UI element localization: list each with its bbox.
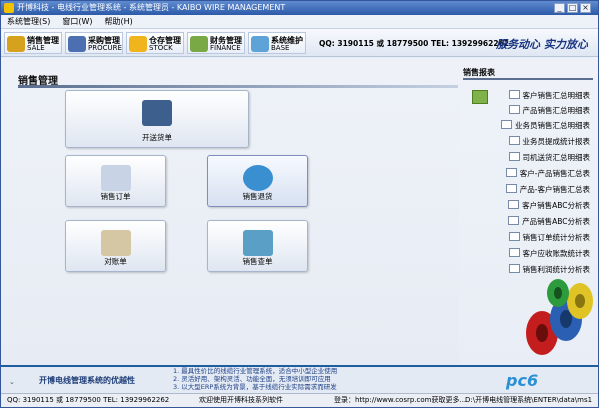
- section-divider: [18, 85, 458, 88]
- status-bar: QQ: 3190115 或 18779500 TEL: 13929962262 …: [1, 393, 598, 407]
- computer-icon: [251, 36, 269, 52]
- toolbar-sublabel: STOCK: [149, 44, 173, 52]
- report-item[interactable]: 业务员销售汇总明细表: [501, 120, 590, 132]
- title-bar: 开博科技 - 电线行业管理系统 - 系统管理员 - KAIBO WIRE MAN…: [1, 1, 598, 15]
- cash-register-icon: [68, 36, 86, 52]
- toolbar-finance-button[interactable]: 财务管理 FINANCE: [187, 32, 245, 54]
- report-label: 客户销售汇总明细表: [522, 91, 591, 100]
- tile-statement[interactable]: 对账单: [65, 220, 166, 272]
- toolbar-sublabel: SALE: [27, 44, 45, 52]
- collapse-icon[interactable]: ⌄: [9, 378, 15, 386]
- report-icon: [508, 200, 520, 209]
- warehouse-icon: [129, 36, 147, 52]
- report-icon: [505, 184, 517, 193]
- report-label: 业务员销售汇总明细表: [515, 121, 590, 130]
- check-paper-icon: [100, 230, 131, 256]
- toolbar-stock-button[interactable]: 仓存管理 STOCK: [126, 32, 184, 54]
- report-item[interactable]: 产品销售汇总明细表: [508, 105, 591, 117]
- report-item[interactable]: 客户销售汇总明细表: [508, 90, 591, 102]
- report-label: 客户-产品销售汇总表: [519, 169, 590, 178]
- globe-icon: [242, 165, 273, 191]
- tile-sales-return[interactable]: 销售退货: [207, 155, 308, 207]
- tile-label: 销售订单: [100, 192, 131, 201]
- report-icon: [501, 120, 512, 129]
- report-item[interactable]: 客户应收账款统计表: [508, 248, 591, 260]
- maximize-button[interactable]: □: [567, 3, 578, 13]
- status-welcome: 欢迎使用开博科技系列软件: [199, 396, 283, 404]
- advantage-item: 1. 最具性价比的线缆行业管理系统，适合中小型企业使用: [173, 367, 338, 375]
- report-board-icon: [472, 90, 488, 104]
- document-icon: [100, 165, 131, 191]
- report-label: 销售订单统计分析表: [522, 233, 591, 242]
- cable-reels-image: [526, 279, 593, 355]
- minimize-button[interactable]: _: [554, 3, 565, 13]
- pc6-logo: pc6: [506, 371, 539, 390]
- report-item[interactable]: 业务员提成统计报表: [508, 136, 591, 148]
- toolbar-sublabel: PROCURE: [88, 44, 122, 52]
- contact-info: QQ: 3190115 或 18779500 TEL: 13929962262: [319, 39, 510, 48]
- advantages-banner: ⌄ 开博电线管理系统的优越性 1. 最具性价比的线缆行业管理系统，适合中小型企业…: [1, 365, 598, 393]
- report-icon: [508, 152, 520, 161]
- toolbar-sublabel: FINANCE: [210, 44, 241, 52]
- tile-label: 销售退货: [242, 192, 273, 201]
- window-title: 开博科技 - 电线行业管理系统 - 系统管理员 - KAIBO WIRE MAN…: [17, 3, 286, 12]
- report-item[interactable]: 产品-客户销售汇总表: [505, 184, 590, 196]
- report-icon: [508, 216, 520, 225]
- truck-icon: [142, 100, 172, 126]
- advantage-item: 3. 以大型ERP系统为背景，基于线缆行业实际需求而研发: [173, 383, 337, 391]
- slogan: 服务动心 实力放心: [496, 38, 588, 51]
- status-login-link[interactable]: 登录：http://www.cosrp.com获取更多...: [334, 394, 466, 407]
- tile-label: 开送货单: [142, 133, 172, 142]
- menu-window[interactable]: 窗口(W): [56, 15, 98, 29]
- report-icon: [508, 105, 520, 114]
- close-button[interactable]: ×: [580, 3, 591, 13]
- toolbar-procure-button[interactable]: 采购管理 PROCURE: [65, 32, 123, 54]
- report-icon: [505, 168, 517, 177]
- status-contact: QQ: 3190115 或 18779500 TEL: 13929962262: [7, 396, 170, 404]
- tile-sales-order[interactable]: 销售订单: [65, 155, 166, 207]
- banner-title: 开博电线管理系统的优越性: [39, 376, 135, 385]
- magnifier-icon: [242, 230, 273, 256]
- report-label: 业务员提成统计报表: [522, 137, 591, 146]
- report-divider: [463, 78, 593, 80]
- toolbar-sale-button[interactable]: 销售管理 SALE: [4, 32, 62, 54]
- menu-bar: 系统管理(S) 窗口(W) 帮助(H): [1, 15, 598, 29]
- report-label: 产品-客户销售汇总表: [519, 185, 590, 194]
- menu-system[interactable]: 系统管理(S): [1, 15, 56, 29]
- report-item[interactable]: 客户销售ABC分析表: [508, 200, 590, 212]
- report-icon: [508, 232, 520, 241]
- tile-sales-query[interactable]: 销售查单: [207, 220, 308, 272]
- report-icon: [508, 248, 520, 257]
- tile-delivery-note[interactable]: 开送货单: [65, 90, 249, 148]
- report-label: 司机送货汇总明细表: [522, 153, 591, 162]
- report-label: 产品销售ABC分析表: [522, 217, 590, 226]
- tile-label: 销售查单: [242, 257, 273, 266]
- report-icon: [508, 136, 520, 145]
- calculator-icon: [190, 36, 208, 52]
- scales-icon: [7, 36, 25, 52]
- report-title: 销售报表: [463, 68, 495, 77]
- report-label: 客户销售ABC分析表: [522, 201, 590, 210]
- app-icon: [4, 3, 14, 13]
- tile-label: 对账单: [104, 257, 127, 266]
- toolbar-sublabel: BASE: [271, 44, 290, 52]
- advantage-item: 2. 灵活好用、架构灵活、功能全面，无须培训即可应用: [173, 375, 331, 383]
- advantages-list: 1. 最具性价比的线缆行业管理系统，适合中小型企业使用 2. 灵活好用、架构灵活…: [173, 367, 337, 391]
- report-label: 产品销售汇总明细表: [522, 106, 591, 115]
- sales-panel: 销售管理 开送货单 销售订单 销售退货 对账单 销售查单: [1, 58, 459, 365]
- report-item[interactable]: 司机送货汇总明细表: [508, 152, 591, 164]
- toolbar-base-button[interactable]: 系统维护 BASE: [248, 32, 306, 54]
- report-icon: [508, 90, 520, 99]
- report-item[interactable]: 产品销售ABC分析表: [508, 216, 590, 228]
- menu-help[interactable]: 帮助(H): [98, 15, 138, 29]
- status-path: D:\开博电线管理系统\ENTER\data\ms1: [465, 396, 593, 404]
- report-icon: [508, 264, 520, 273]
- report-item[interactable]: 客户-产品销售汇总表: [505, 168, 590, 180]
- report-label: 客户应收账款统计表: [522, 249, 591, 258]
- report-item[interactable]: 销售订单统计分析表: [508, 232, 591, 244]
- main-window: 开博科技 - 电线行业管理系统 - 系统管理员 - KAIBO WIRE MAN…: [0, 0, 599, 408]
